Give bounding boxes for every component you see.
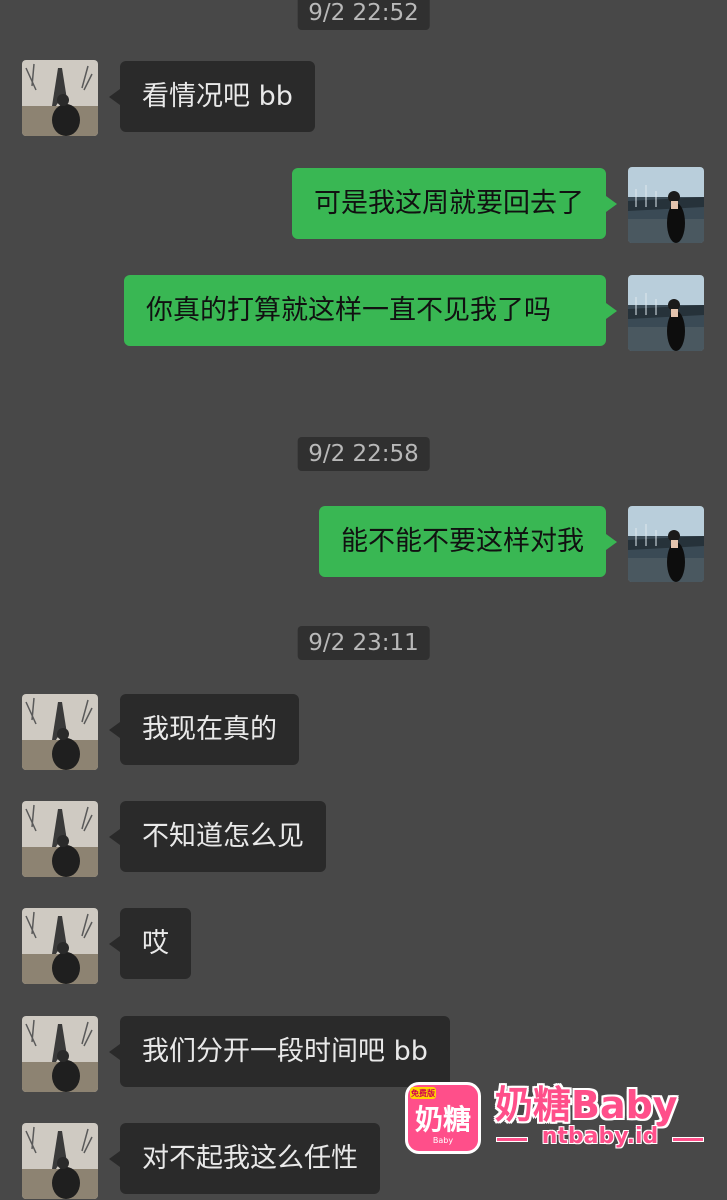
incoming-message-bubble[interactable]: 我现在真的 — [109, 694, 299, 765]
contact-avatar[interactable] — [22, 60, 98, 136]
contact-avatar-image — [22, 908, 98, 984]
timestamp: 9/2 23:11 — [297, 626, 430, 660]
contact-avatar-image — [22, 60, 98, 136]
self-avatar[interactable] — [628, 275, 704, 351]
incoming-message-bubble[interactable]: 对不起我这么任性 — [109, 1123, 380, 1194]
timestamp: 9/2 22:52 — [297, 0, 430, 30]
outgoing-message-bubble[interactable]: 你真的打算就这样一直不见我了吗 — [124, 275, 617, 346]
contact-avatar-image — [22, 1016, 98, 1092]
contact-avatar-image — [22, 801, 98, 877]
watermark-logo-sub: Baby — [433, 1136, 453, 1145]
self-avatar[interactable] — [628, 167, 704, 243]
contact-avatar-image — [22, 1123, 98, 1199]
incoming-message-bubble[interactable]: 我们分开一段时间吧 bb — [109, 1016, 450, 1087]
contact-avatar[interactable] — [22, 908, 98, 984]
incoming-message-bubble[interactable]: 看情况吧 bb — [109, 61, 315, 132]
self-avatar-image — [628, 275, 704, 351]
watermark-url: ntbaby.id — [497, 1124, 703, 1149]
incoming-message-bubble[interactable]: 哎 — [109, 908, 191, 979]
contact-avatar[interactable] — [22, 1016, 98, 1092]
watermark-logo-text: 奶糖 — [415, 1103, 471, 1136]
contact-avatar[interactable] — [22, 801, 98, 877]
contact-avatar-image — [22, 694, 98, 770]
watermark-badge: 免费版 — [411, 1088, 435, 1098]
watermark-title: 奶糖Baby — [495, 1083, 678, 1127]
self-avatar-image — [628, 506, 704, 582]
watermark: 免费版 奶糖 Baby 奶糖Baby ntbaby.id — [405, 1078, 715, 1156]
watermark-logo: 免费版 奶糖 Baby — [405, 1082, 481, 1154]
candy-logo-icon: 免费版 奶糖 Baby — [410, 1087, 471, 1145]
timestamp: 9/2 22:58 — [297, 437, 430, 471]
outgoing-message-bubble[interactable]: 能不能不要这样对我 — [319, 506, 617, 577]
contact-avatar[interactable] — [22, 1123, 98, 1199]
self-avatar[interactable] — [628, 506, 704, 582]
outgoing-message-bubble[interactable]: 可是我这周就要回去了 — [292, 168, 617, 239]
self-avatar-image — [628, 167, 704, 243]
incoming-message-bubble[interactable]: 不知道怎么见 — [109, 801, 326, 872]
chat-area[interactable]: 9/2 22:52 看情况吧 bb 可是我这周就要回去了 你真的打算就这样一直不… — [0, 0, 727, 1200]
contact-avatar[interactable] — [22, 694, 98, 770]
